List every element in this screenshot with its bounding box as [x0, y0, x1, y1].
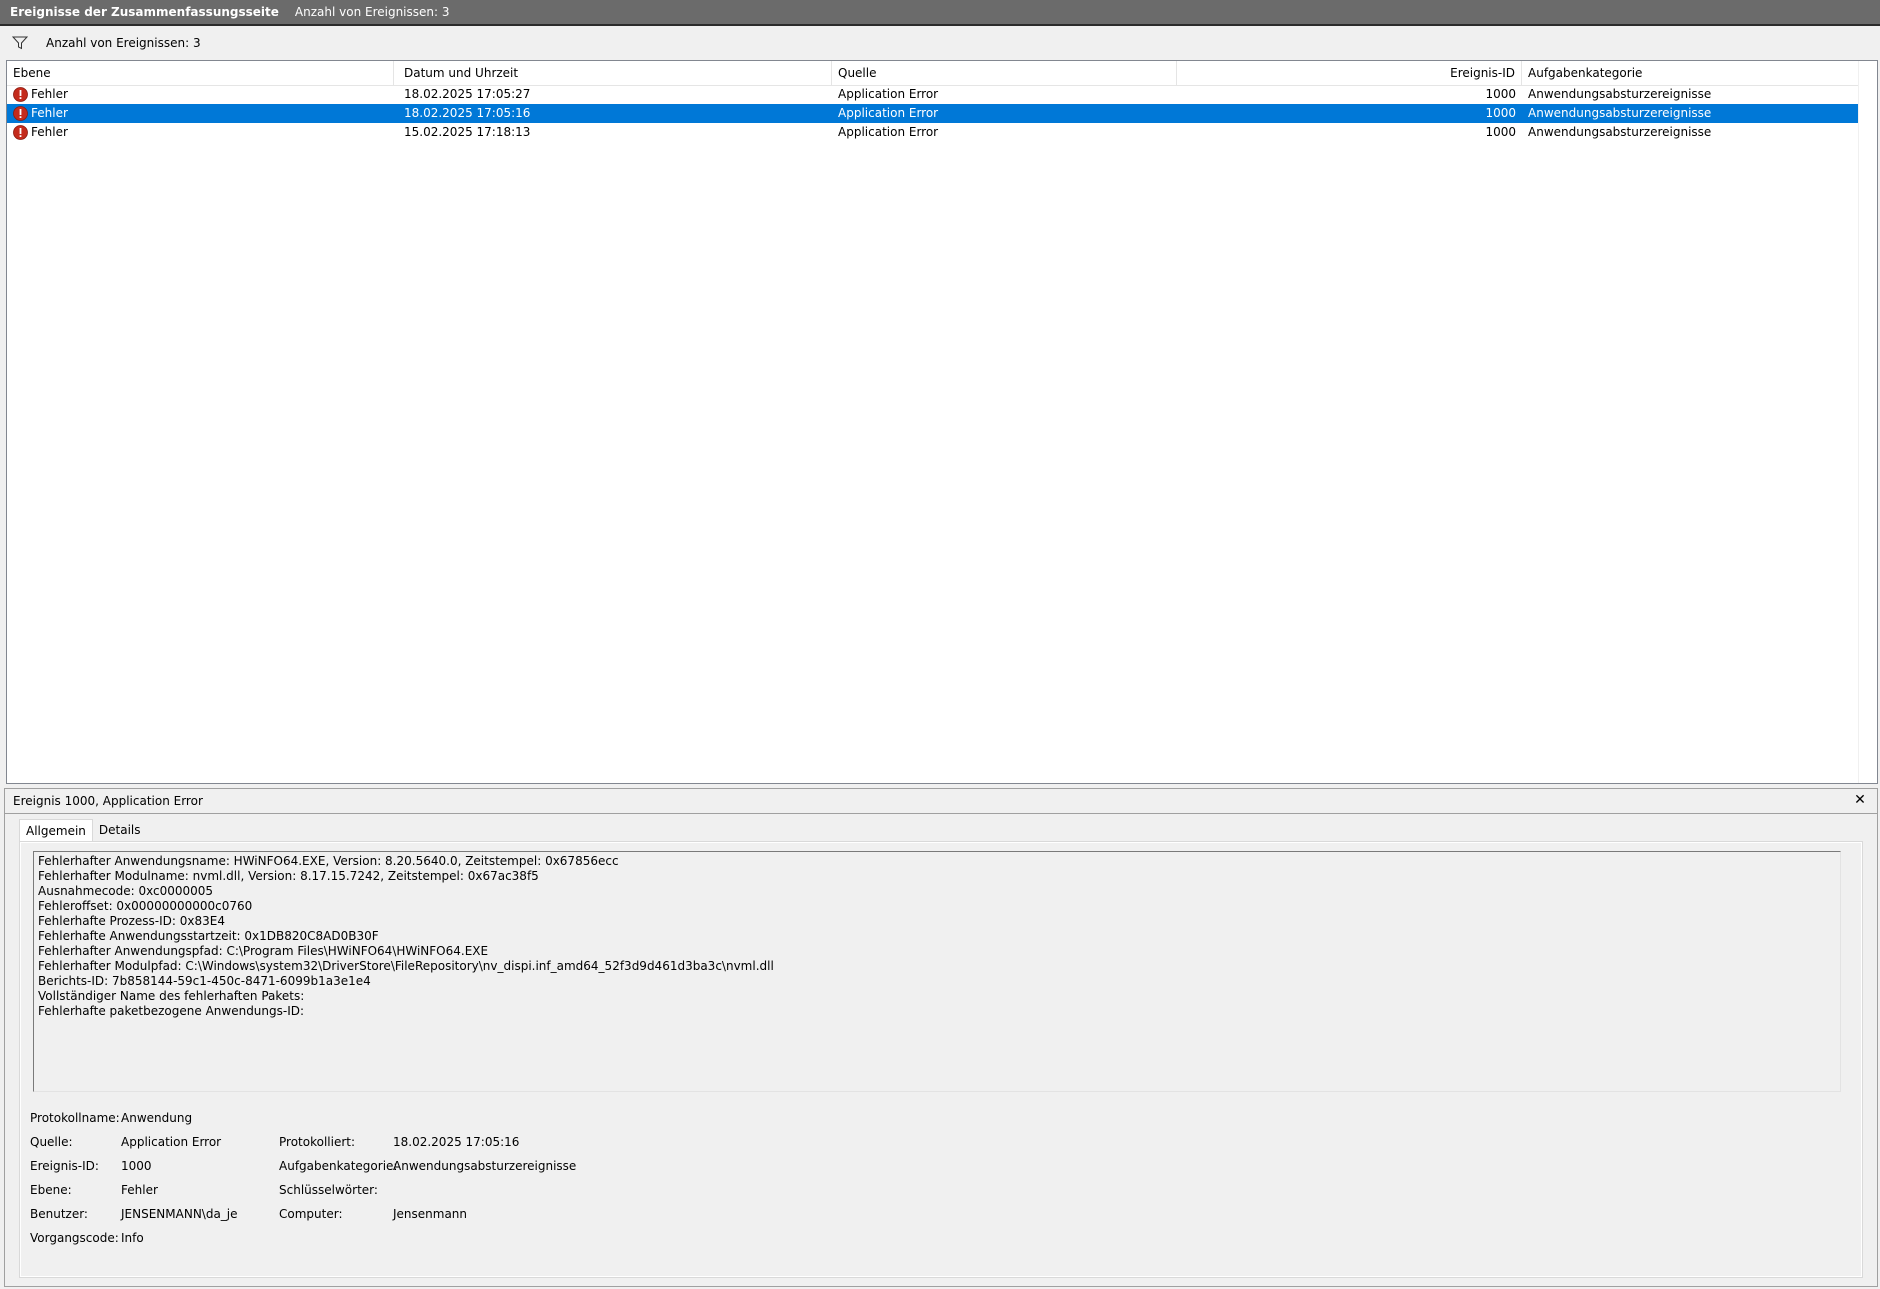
- column-header-event-id[interactable]: Ereignis-ID: [1177, 61, 1522, 85]
- tab-details[interactable]: Details: [93, 819, 147, 841]
- row-source: Application Error: [838, 125, 939, 139]
- row-category: Anwendungsabsturzereignisse: [1528, 106, 1712, 120]
- column-header-category[interactable]: Aufgabenkategorie: [1522, 61, 1859, 85]
- table-row[interactable]: Fehler 15.02.2025 17:18:13 Application E…: [7, 123, 1859, 142]
- description-line: Fehlerhafte paketbezogene Anwendungs-ID:: [38, 1004, 305, 1018]
- row-level: Fehler: [31, 87, 68, 101]
- category-value: Anwendungsabsturzereignisse: [393, 1159, 577, 1173]
- logged-label: Protokolliert:: [279, 1135, 356, 1149]
- row-event-id: 1000: [1485, 106, 1516, 120]
- log-name-label: Protokollname:: [30, 1111, 120, 1125]
- row-level: Fehler: [31, 125, 68, 139]
- row-source: Application Error: [838, 87, 939, 101]
- keywords-label: Schlüsselwörter:: [279, 1183, 378, 1197]
- description-line: Fehlerhafte Anwendungsstartzeit: 0x1DB82…: [38, 929, 379, 943]
- source-value: Application Error: [121, 1135, 222, 1149]
- column-header-level[interactable]: Ebene: [7, 61, 394, 85]
- opcode-label: Vorgangscode:: [30, 1231, 119, 1245]
- row-category: Anwendungsabsturzereignisse: [1528, 87, 1712, 101]
- table-scroll-area[interactable]: [1858, 61, 1877, 783]
- user-value: JENSENMANN\da_je: [121, 1207, 238, 1221]
- description-line: Fehlerhafte Prozess-ID: 0x83E4: [38, 914, 225, 928]
- event-id-value: 1000: [121, 1159, 152, 1173]
- tab-allgemein[interactable]: Allgemein: [19, 819, 93, 841]
- event-description[interactable]: Fehlerhafter Anwendungsname: HWiNFO64.EX…: [33, 851, 1841, 1092]
- row-category: Anwendungsabsturzereignisse: [1528, 125, 1712, 139]
- detail-title: Ereignis 1000, Application Error: [13, 794, 203, 808]
- log-name-value: Anwendung: [121, 1111, 193, 1125]
- event-id-label: Ereignis-ID:: [30, 1159, 99, 1173]
- summary-title-bar: Ereignisse der Zusammenfassungsseite Anz…: [0, 0, 1880, 26]
- table-header: Ebene Datum und Uhrzeit Quelle Ereignis-…: [7, 61, 1859, 86]
- row-level: Fehler: [31, 106, 68, 120]
- event-detail-pane: Ereignis 1000, Application Error ✕ Allge…: [4, 788, 1878, 1287]
- description-line: Vollständiger Name des fehlerhaften Pake…: [38, 989, 305, 1003]
- category-label: Aufgabenkategorie:: [279, 1159, 398, 1173]
- detail-tabs: Allgemein Details: [19, 819, 147, 841]
- row-source: Application Error: [838, 106, 939, 120]
- opcode-value: Info: [121, 1231, 144, 1245]
- event-viewer-window: Ereignisse der Zusammenfassungsseite Anz…: [0, 0, 1880, 1289]
- row-datetime: 15.02.2025 17:18:13: [404, 125, 531, 139]
- row-datetime: 18.02.2025 17:05:16: [404, 106, 531, 120]
- close-icon[interactable]: ✕: [1853, 793, 1867, 807]
- detail-header: Ereignis 1000, Application Error ✕: [5, 789, 1877, 814]
- description-line: Fehlerhafter Modulname: nvml.dll, Versio…: [38, 869, 539, 883]
- source-label: Quelle:: [30, 1135, 73, 1149]
- level-value: Fehler: [121, 1183, 158, 1197]
- summary-title: Ereignisse der Zusammenfassungsseite: [10, 5, 279, 19]
- row-event-id: 1000: [1485, 125, 1516, 139]
- description-line: Berichts-ID: 7b858144-59c1-450c-8471-609…: [38, 974, 371, 988]
- table-row[interactable]: Fehler 18.02.2025 17:05:27 Application E…: [7, 85, 1859, 104]
- user-label: Benutzer:: [30, 1207, 88, 1221]
- logged-value: 18.02.2025 17:05:16: [393, 1135, 520, 1149]
- description-line: Fehlerhafter Anwendungsname: HWiNFO64.EX…: [38, 854, 619, 868]
- row-datetime: 18.02.2025 17:05:27: [404, 87, 531, 101]
- table-row-selected[interactable]: Fehler 18.02.2025 17:05:16 Application E…: [7, 104, 1859, 123]
- filter-bar: Anzahl von Ereignissen: 3: [0, 28, 1880, 58]
- column-header-datetime[interactable]: Datum und Uhrzeit: [398, 61, 832, 85]
- description-line: Fehleroffset: 0x00000000000c0760: [38, 899, 253, 913]
- filter-icon[interactable]: [11, 36, 29, 50]
- description-line: Fehlerhafter Modulpfad: C:\Windows\syste…: [38, 959, 774, 973]
- events-table[interactable]: Ebene Datum und Uhrzeit Quelle Ereignis-…: [6, 60, 1878, 784]
- row-event-id: 1000: [1485, 87, 1516, 101]
- filter-count: Anzahl von Ereignissen: 3: [46, 36, 201, 50]
- description-line: Fehlerhafter Anwendungspfad: C:\Program …: [38, 944, 489, 958]
- description-line: Ausnahmecode: 0xc0000005: [38, 884, 214, 898]
- level-label: Ebene:: [30, 1183, 72, 1197]
- tab-panel-content: Fehlerhafter Anwendungsname: HWiNFO64.EX…: [21, 843, 1861, 1276]
- column-header-source[interactable]: Quelle: [832, 61, 1177, 85]
- summary-count: Anzahl von Ereignissen: 3: [294, 5, 450, 19]
- tab-panel-general: Fehlerhafter Anwendungsname: HWiNFO64.EX…: [19, 841, 1863, 1278]
- computer-value: Jensenmann: [393, 1207, 468, 1221]
- computer-label: Computer:: [279, 1207, 343, 1221]
